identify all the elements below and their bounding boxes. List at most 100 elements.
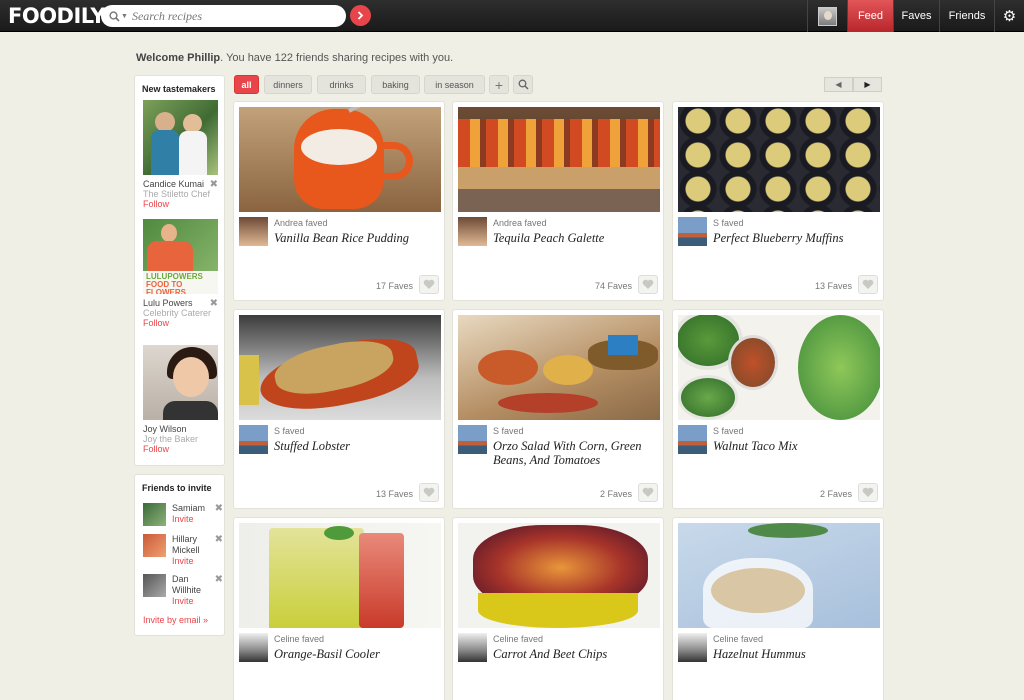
friend-avatar[interactable]	[458, 633, 487, 662]
recipe-title[interactable]: Orange-Basil Cooler	[274, 647, 442, 661]
nav-friends[interactable]: Friends	[939, 0, 994, 32]
recipe-card[interactable]: S faved Orzo Salad With Corn, Green Bean…	[452, 309, 664, 509]
recipe-card[interactable]: S faved Perfect Blueberry Muffins 13 Fav…	[672, 101, 884, 301]
search-input[interactable]	[131, 8, 332, 24]
recipe-card[interactable]: S faved Stuffed Lobster 13 Faves	[233, 309, 445, 509]
welcome-name: Welcome Phillip	[136, 52, 221, 64]
recipe-image[interactable]	[678, 107, 880, 212]
recipe-card[interactable]: Andrea faved Vanilla Bean Rice Pudding 1…	[233, 101, 445, 301]
follow-link[interactable]: Follow	[143, 444, 218, 454]
heart-icon[interactable]	[858, 483, 878, 502]
nav-feed[interactable]: Feed	[847, 0, 893, 32]
search-icon	[518, 79, 529, 90]
recipe-image[interactable]	[678, 315, 880, 420]
recipe-card[interactable]: Andrea faved Tequila Peach Galette 74 Fa…	[452, 101, 664, 301]
recipe-image[interactable]	[239, 523, 441, 628]
recipe-title[interactable]: Hazelnut Hummus	[713, 647, 881, 661]
tastemaker-role: Celebrity Caterer	[143, 308, 212, 318]
friend-name[interactable]: Samiam	[172, 503, 205, 513]
friend-avatar[interactable]	[143, 534, 166, 557]
dismiss-icon[interactable]: ✖	[215, 503, 223, 514]
filter-search-button[interactable]	[513, 75, 533, 94]
invite-by-email-link[interactable]: Invite by email »	[143, 615, 208, 625]
recipe-card[interactable]: S faved Walnut Taco Mix 2 Faves	[672, 309, 884, 509]
heart-icon[interactable]	[419, 275, 439, 294]
friend-avatar[interactable]	[143, 503, 166, 526]
search-box[interactable]: ▼	[101, 5, 346, 27]
faved-by[interactable]: S faved	[713, 426, 744, 436]
friend-avatar[interactable]	[678, 633, 707, 662]
friend-avatar[interactable]	[678, 425, 707, 454]
recipe-card[interactable]: Celine faved Hazelnut Hummus	[672, 517, 884, 700]
tastemaker-photo[interactable]: LULUPOWERS FOOD TO FLOWERS	[143, 219, 218, 294]
welcome-message: Welcome Phillip. You have 122 friends sh…	[136, 52, 453, 64]
friend-avatar[interactable]	[678, 217, 707, 246]
tastemaker-name[interactable]: Lulu Powers	[143, 298, 218, 308]
faved-by[interactable]: S faved	[493, 426, 524, 436]
friend-name[interactable]: Hillary Mickell	[172, 534, 200, 555]
invite-link[interactable]: Invite	[172, 514, 210, 525]
invite-link[interactable]: Invite	[172, 596, 210, 607]
recipe-image[interactable]	[458, 315, 660, 420]
heart-icon[interactable]	[858, 275, 878, 294]
recipe-title[interactable]: Carrot And Beet Chips	[493, 647, 661, 661]
friend-avatar[interactable]	[239, 425, 268, 454]
tastemaker-photo[interactable]	[143, 345, 218, 420]
recipe-title[interactable]: Orzo Salad With Corn, Green Beans, And T…	[493, 439, 661, 467]
recipe-title[interactable]: Perfect Blueberry Muffins	[713, 231, 881, 245]
dismiss-icon[interactable]: ✖	[210, 298, 218, 309]
recipe-card[interactable]: Celine faved Carrot And Beet Chips	[452, 517, 664, 700]
faved-by[interactable]: Celine faved	[274, 634, 324, 644]
recipe-title[interactable]: Tequila Peach Galette	[493, 231, 661, 245]
faved-by[interactable]: Andrea faved	[493, 218, 547, 228]
search-dropdown-icon[interactable]: ▼	[121, 13, 128, 20]
friend-name[interactable]: Dan Willhite	[172, 574, 201, 595]
recipe-image[interactable]	[458, 523, 660, 628]
recipe-image[interactable]	[239, 107, 441, 212]
tastemaker-photo[interactable]	[143, 100, 218, 175]
dismiss-icon[interactable]: ✖	[210, 179, 218, 190]
friend-avatar[interactable]	[239, 217, 268, 246]
friend-avatar[interactable]	[458, 217, 487, 246]
tastemaker-name[interactable]: Candice Kumai	[143, 179, 218, 189]
pager-prev-button[interactable]: ◀	[824, 77, 853, 92]
dismiss-icon[interactable]: ✖	[215, 574, 223, 585]
friend-avatar[interactable]	[143, 574, 166, 597]
follow-link[interactable]: Follow	[143, 318, 218, 328]
filter-baking[interactable]: baking	[371, 75, 420, 94]
recipe-title[interactable]: Walnut Taco Mix	[713, 439, 881, 453]
friend-avatar[interactable]	[239, 633, 268, 662]
recipe-title[interactable]: Stuffed Lobster	[274, 439, 442, 453]
follow-link[interactable]: Follow	[143, 199, 218, 209]
tastemakers-title: New tastemakers	[142, 84, 216, 94]
pager-next-button[interactable]: ▶	[853, 77, 882, 92]
filter-drinks[interactable]: drinks	[317, 75, 366, 94]
filter-all[interactable]: all	[234, 75, 259, 94]
faved-by[interactable]: Celine faved	[493, 634, 543, 644]
faved-by[interactable]: S faved	[274, 426, 305, 436]
faved-by[interactable]: S faved	[713, 218, 744, 228]
friend-avatar[interactable]	[458, 425, 487, 454]
settings-gear-icon[interactable]: ⚙	[994, 0, 1024, 32]
nav-faves[interactable]: Faves	[893, 0, 939, 32]
recipe-image[interactable]	[458, 107, 660, 212]
tastemaker-name[interactable]: Joy Wilson	[143, 424, 218, 434]
filter-in-season[interactable]: in season	[424, 75, 485, 94]
search-go-button[interactable]	[350, 5, 371, 26]
user-avatar[interactable]	[807, 0, 847, 32]
faved-by[interactable]: Celine faved	[713, 634, 763, 644]
recipe-image[interactable]	[239, 315, 441, 420]
heart-icon[interactable]	[638, 483, 658, 502]
faved-by[interactable]: Andrea faved	[274, 218, 328, 228]
invite-link[interactable]: Invite	[172, 556, 210, 567]
filter-dinners[interactable]: dinners	[264, 75, 312, 94]
dismiss-icon[interactable]: ✖	[215, 534, 223, 545]
heart-icon[interactable]	[638, 275, 658, 294]
recipe-image[interactable]	[678, 523, 880, 628]
recipe-title[interactable]: Vanilla Bean Rice Pudding	[274, 231, 442, 245]
foodily-logo[interactable]: FOODILY	[8, 4, 106, 28]
invite-title: Friends to invite	[142, 483, 212, 493]
add-filter-icon[interactable]: +	[489, 75, 509, 94]
heart-icon[interactable]	[419, 483, 439, 502]
recipe-card[interactable]: Celine faved Orange-Basil Cooler	[233, 517, 445, 700]
